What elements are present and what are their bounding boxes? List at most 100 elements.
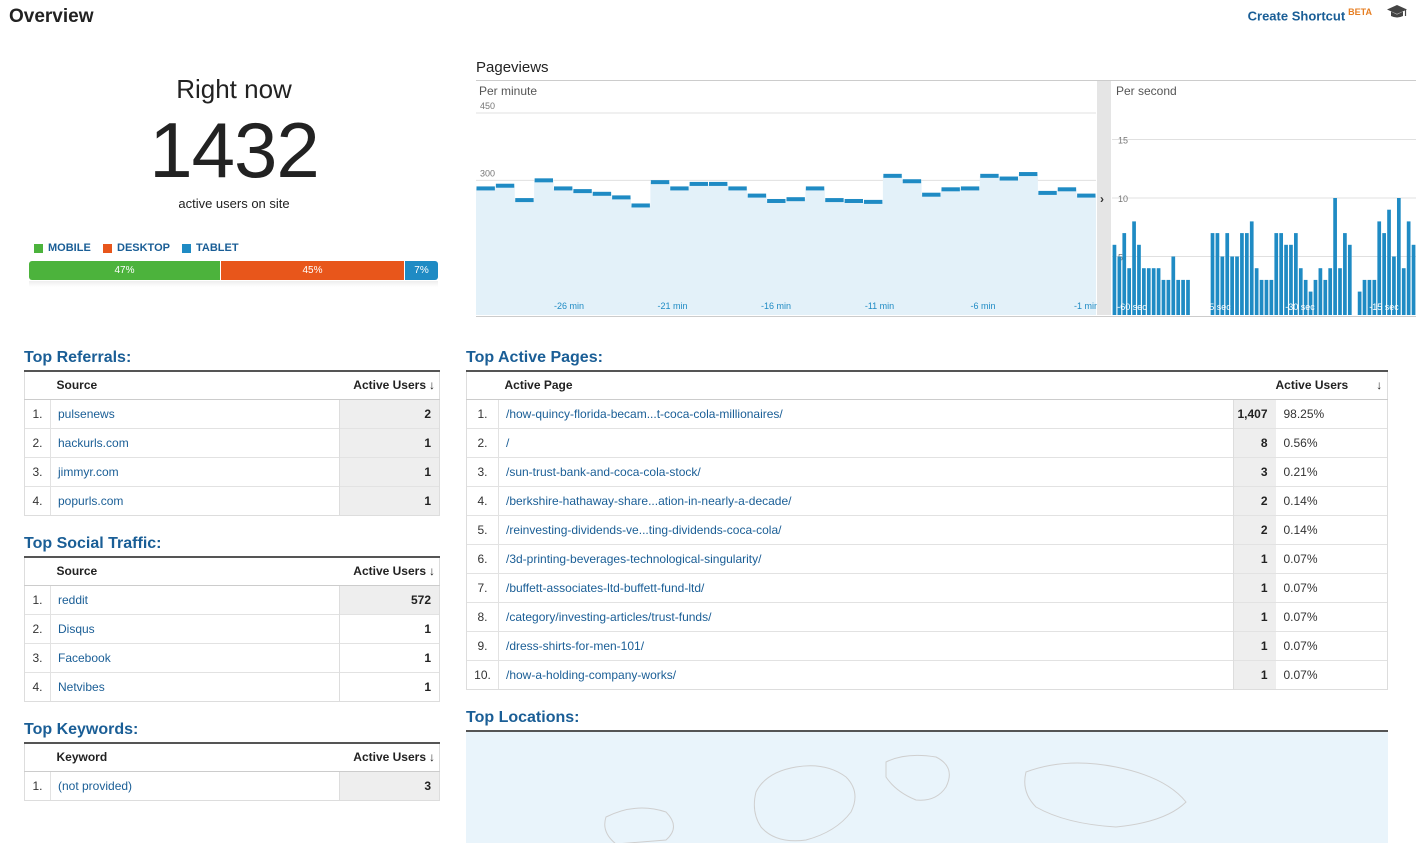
per-minute-bar xyxy=(805,186,825,191)
per-second-bar xyxy=(1171,256,1176,315)
per-minute-bar xyxy=(554,186,573,191)
sort-down-icon[interactable]: ↓ xyxy=(429,564,435,578)
active-page-link[interactable]: /buffett-associates-ltd-buffett-fund-ltd… xyxy=(498,572,1234,602)
table-row: 1. reddit 572 xyxy=(24,584,440,614)
social-source-link[interactable]: Facebook xyxy=(50,642,340,672)
social-source-link[interactable]: reddit xyxy=(50,584,340,614)
per-minute-bar xyxy=(1038,190,1057,195)
per-second-bar xyxy=(1146,268,1151,315)
per-second-bar xyxy=(1269,279,1274,315)
per-minute-bar xyxy=(670,186,689,191)
row-index: 4. xyxy=(24,671,51,702)
active-users-column-header[interactable]: Active Users ↓ xyxy=(339,371,440,400)
per-second-bar xyxy=(1387,209,1391,315)
active-users-column-header[interactable]: Active Users ↓ xyxy=(339,743,440,772)
active-users-value: 1 xyxy=(339,642,440,672)
referral-source-link[interactable]: popurls.com xyxy=(50,485,340,516)
per-second-bar xyxy=(1401,268,1406,315)
active-users-percent: 98.25% xyxy=(1275,398,1388,428)
active-users-value: 1 xyxy=(339,485,440,516)
active-page-link[interactable]: /3d-printing-beverages-technological-sin… xyxy=(498,543,1234,573)
social-source-link[interactable]: Disqus xyxy=(50,613,340,643)
table-row: 2. Disqus 1 xyxy=(24,613,440,643)
row-index: 1. xyxy=(24,584,51,614)
per-second-bar xyxy=(1362,279,1367,315)
per-second-bar xyxy=(1186,279,1190,315)
per-second-bar xyxy=(1274,233,1279,315)
active-users-header-label: Active Users xyxy=(353,564,426,579)
active-users-percent: 0.07% xyxy=(1275,572,1388,602)
per-minute-bar xyxy=(980,173,999,178)
per-second-bar xyxy=(1377,221,1382,315)
active-user-count: 1432 xyxy=(149,106,320,194)
per-second-bar xyxy=(1151,268,1156,315)
per-minute-bar xyxy=(999,176,1018,181)
sort-down-icon[interactable]: ↓ xyxy=(1376,378,1382,392)
per-minute-bar xyxy=(612,195,631,200)
row-index: 9. xyxy=(466,630,499,660)
row-index: 1. xyxy=(24,770,51,801)
active-page-link[interactable]: /berkshire-hathaway-share...ation-in-nea… xyxy=(498,485,1234,515)
index-header xyxy=(24,371,51,400)
active-page-link[interactable]: /how-quincy-florida-becam...t-coca-cola-… xyxy=(498,398,1234,428)
table-row: 3. jimmyr.com 1 xyxy=(24,456,440,486)
row-index: 4. xyxy=(24,485,51,516)
active-page-link[interactable]: / xyxy=(498,427,1234,457)
graduation-cap-icon[interactable] xyxy=(1386,4,1408,20)
top-referrals-title: Top Referrals: xyxy=(24,349,132,366)
table-row: 4./berkshire-hathaway-share...ation-in-n… xyxy=(466,485,1388,515)
top-social-table: Source Active Users ↓ 1. reddit 572 2. Disqu… xyxy=(24,556,440,702)
referral-source-link[interactable]: hackurls.com xyxy=(50,427,340,457)
per-second-bar xyxy=(1244,233,1249,315)
chevron-right-icon[interactable]: › xyxy=(1100,192,1104,206)
legend-desktop-label: DESKTOP xyxy=(117,242,170,254)
keyword-link[interactable]: (not provided) xyxy=(50,770,340,801)
active-users-header-label: Active Users xyxy=(353,750,426,765)
active-users-value: 3 xyxy=(1233,456,1276,486)
sort-down-icon[interactable]: ↓ xyxy=(429,378,435,392)
source-column-header[interactable]: Source xyxy=(50,371,340,400)
per-minute-bar xyxy=(650,180,670,185)
active-page-link[interactable]: /category/investing-articles/trust-funds… xyxy=(498,601,1234,631)
per-minute-bar xyxy=(631,203,650,208)
x-tick-label: -45 sec xyxy=(1201,302,1231,312)
active-users-column-header[interactable]: Active Users ↓ xyxy=(1275,371,1388,400)
per-second-bar xyxy=(1396,198,1401,315)
referral-source-link[interactable]: jimmyr.com xyxy=(50,456,340,486)
sort-down-icon[interactable]: ↓ xyxy=(429,750,435,764)
per-minute-bar xyxy=(844,198,863,203)
create-shortcut-link[interactable]: Create Shortcut BETA xyxy=(1248,7,1372,23)
source-column-header[interactable]: Source xyxy=(50,557,340,586)
per-second-bar xyxy=(1176,279,1181,315)
row-index: 6. xyxy=(466,543,499,573)
beta-badge: BETA xyxy=(1348,7,1372,17)
active-page-link[interactable]: /dress-shirts-for-men-101/ xyxy=(498,630,1234,660)
per-second-label: Per second xyxy=(1116,84,1177,98)
active-users-column-header[interactable]: Active Users ↓ xyxy=(339,557,440,586)
per-second-bar xyxy=(1323,279,1328,315)
active-users-value: 8 xyxy=(1233,427,1276,457)
referral-source-link[interactable]: pulsenews xyxy=(50,398,340,428)
per-second-bar xyxy=(1259,279,1264,315)
active-page-link[interactable]: /reinvesting-dividends-ve...ting-dividen… xyxy=(498,514,1234,544)
active-users-percent: 0.14% xyxy=(1275,485,1388,515)
active-users-value: 2 xyxy=(1233,514,1276,544)
per-second-bar xyxy=(1156,268,1161,315)
active-users-value: 3 xyxy=(339,770,440,801)
active-page-link[interactable]: /how-a-holding-company-works/ xyxy=(498,659,1234,690)
index-header xyxy=(24,743,51,772)
per-second-bar xyxy=(1343,233,1347,315)
active-page-link[interactable]: /sun-trust-bank-and-coca-cola-stock/ xyxy=(498,456,1234,486)
keyword-column-header[interactable]: Keyword xyxy=(50,743,340,772)
pageviews-title: Pageviews xyxy=(476,59,549,76)
active-users-percent: 0.14% xyxy=(1275,514,1388,544)
tablet-segment: 7% xyxy=(405,261,438,280)
per-second-bar xyxy=(1279,233,1284,315)
locations-map[interactable] xyxy=(466,730,1388,843)
table-row: 4. popurls.com 1 xyxy=(24,485,440,516)
tablet-swatch xyxy=(182,243,191,253)
social-source-link[interactable]: Netvibes xyxy=(50,671,340,702)
row-index: 3. xyxy=(24,456,51,486)
active-page-column-header[interactable]: Active Page xyxy=(498,371,1234,400)
active-users-value: 1 xyxy=(1233,659,1276,690)
